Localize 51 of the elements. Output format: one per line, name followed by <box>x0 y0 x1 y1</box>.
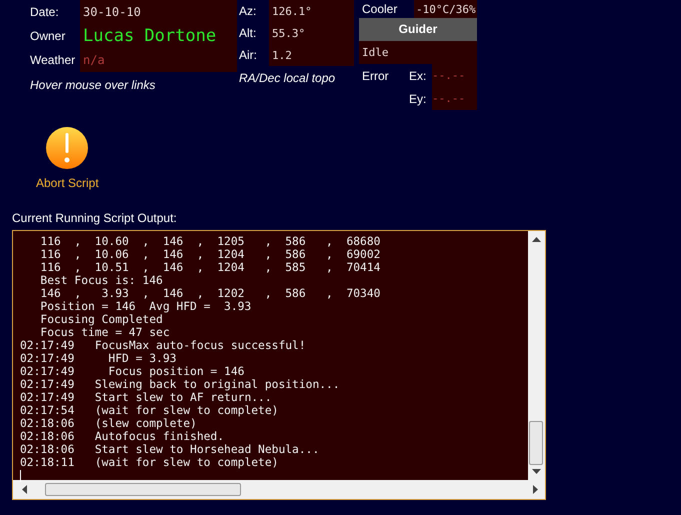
log-line: Focus time = 47 sec <box>39 326 171 339</box>
field-label: Ex: <box>409 68 428 82</box>
guider-header: Guider <box>359 18 477 41</box>
log-line: 02:18:06 Autofocus finished. <box>20 430 226 443</box>
log-line: 02:17:49 Start slew to AF return... <box>20 391 273 404</box>
log-line: 146 , 3.93 , 146 , 1202 , 586 , 70340 <box>39 287 382 300</box>
field-label: Date: <box>30 5 60 19</box>
field-label: Weather <box>30 53 76 67</box>
scroll-thumb[interactable] <box>529 421 543 465</box>
field-value: Lucas Dortone <box>80 24 237 48</box>
field-value: -10°C/36% <box>414 0 477 18</box>
field-value: 126.1° <box>269 0 354 22</box>
field-label: Owner <box>30 29 66 43</box>
down-arrow-icon[interactable] <box>532 469 541 475</box>
field-value: 55.3° <box>269 22 354 44</box>
log-line: 02:17:49 Focus position = 146 <box>20 365 246 378</box>
log-line: 02:17:54 (wait for slew to complete) <box>20 404 280 417</box>
log-line: 02:18:11 (wait for slew to complete) <box>20 456 280 469</box>
scroll-thumb[interactable] <box>45 483 241 496</box>
log-line: Focusing Completed <box>39 313 164 326</box>
log-line: Best Focus is: 146 <box>39 274 164 287</box>
right-arrow-icon[interactable] <box>533 485 539 494</box>
log-line: 02:17:49 Slewing back to original position... <box>20 378 341 391</box>
log-line: 02:17:49 FocusMax auto-focus successful! <box>20 339 307 352</box>
text-cursor <box>20 470 21 482</box>
log-line: 02:18:06 Start slew to Horsehead Nebula... <box>20 443 320 456</box>
up-arrow-icon[interactable] <box>532 236 541 242</box>
field-label: Cooler <box>361 2 398 16</box>
hint-text: Hover mouse over links <box>30 78 156 92</box>
field-value: 1.2 <box>269 44 354 66</box>
guider-status: Idle <box>359 41 477 64</box>
field-label: Az: <box>239 4 258 18</box>
output-title: Current Running Script Output: <box>12 211 177 225</box>
log-line: 116 , 10.60 , 146 , 1205 , 586 , 68680 <box>39 235 382 248</box>
field-value: n/a <box>80 48 237 72</box>
field-label: Alt: <box>239 26 258 40</box>
field-value: 30-10-10 <box>80 0 237 24</box>
log-line: 02:18:06 (slew complete) <box>20 417 198 430</box>
log-line: 116 , 10.51 , 146 , 1204 , 585 , 70414 <box>39 261 382 274</box>
abort-button[interactable]: Abort Script <box>36 126 99 190</box>
warning-icon <box>45 126 90 170</box>
left-arrow-icon[interactable] <box>21 485 27 494</box>
field-label: Air: <box>239 48 258 62</box>
log-line: 02:17:49 HFD = 3.93 <box>20 352 178 365</box>
field-value: --.-- <box>432 64 477 87</box>
log-line: 116 , 10.06 , 146 , 1204 , 586 , 69002 <box>39 248 382 261</box>
coordinates-note: RA/Dec local topo <box>239 71 336 85</box>
field-label: Error <box>361 68 390 82</box>
field-value: --.-- <box>432 87 477 110</box>
field-label: Ey: <box>409 92 428 106</box>
log-line: Position = 146 Avg HFD = 3.93 <box>39 300 252 313</box>
